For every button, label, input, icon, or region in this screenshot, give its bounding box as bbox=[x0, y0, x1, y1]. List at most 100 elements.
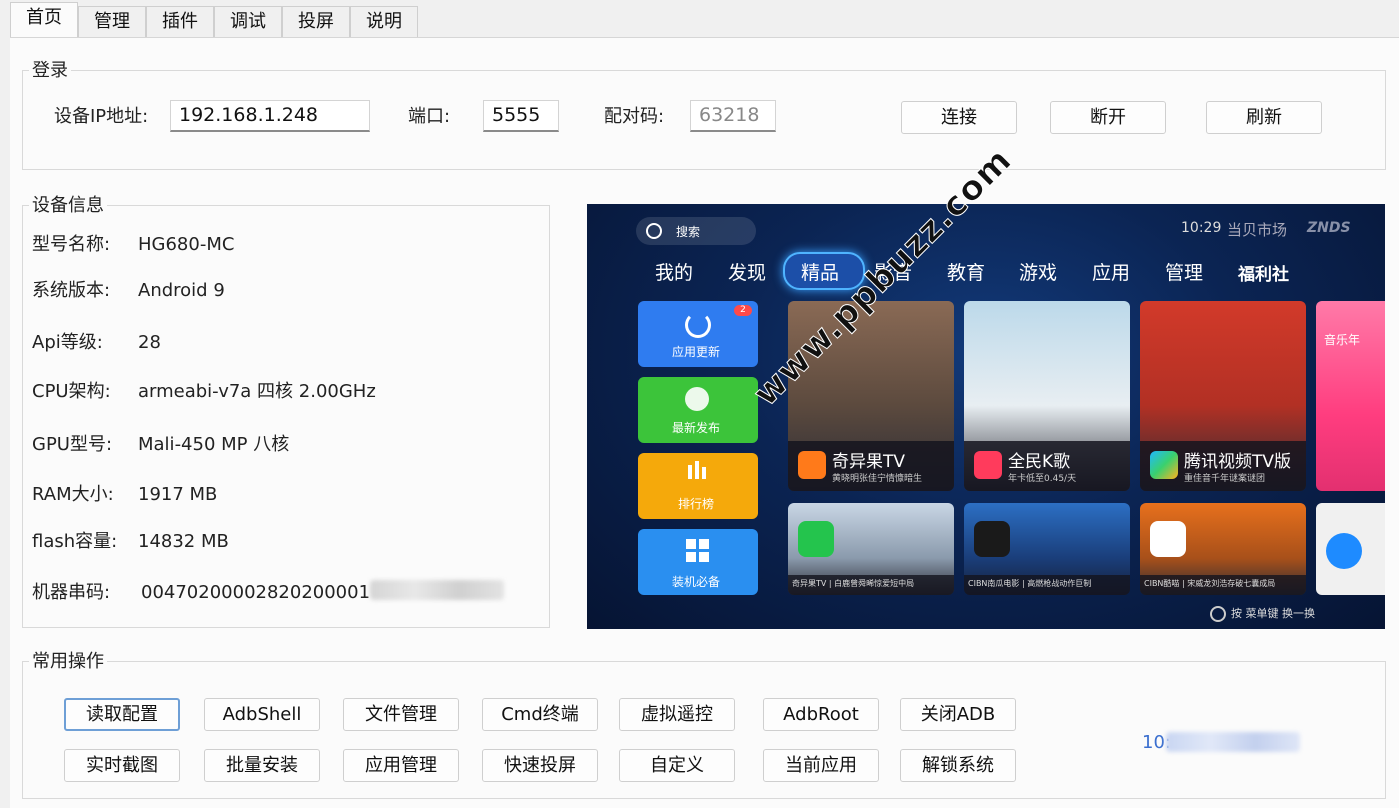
refresh-button[interactable]: 刷新 bbox=[1206, 101, 1322, 134]
tv-card-title: 全民K歌 bbox=[1008, 452, 1071, 472]
cibn-logo-icon bbox=[974, 521, 1010, 557]
tv-nav-education: 教育 bbox=[947, 262, 986, 284]
tv-search-label: 搜索 bbox=[676, 225, 701, 239]
adb-shell-button[interactable]: AdbShell bbox=[204, 698, 320, 731]
tv-card-caption: CIBN酷喵 | 宋威龙刘浩存破七囊成局 bbox=[1144, 579, 1276, 588]
current-app-button[interactable]: 当前应用 bbox=[763, 749, 879, 782]
grid-icon-cell bbox=[699, 539, 709, 549]
pair-code-input[interactable]: 63218 bbox=[690, 100, 776, 132]
grid-icon bbox=[686, 539, 696, 549]
app-logo-icon bbox=[1326, 533, 1362, 569]
ip-label: 设备IP地址: bbox=[54, 106, 149, 127]
tab-plugins[interactable]: 插件 bbox=[146, 6, 214, 38]
adb-root-button[interactable]: AdbRoot bbox=[763, 698, 879, 731]
tv-nav-games: 游戏 bbox=[1019, 262, 1058, 284]
cpu-value: armeabi-v7a 四核 2.00GHz bbox=[138, 381, 376, 402]
refresh-icon bbox=[685, 312, 711, 338]
model-value: HG680-MC bbox=[138, 234, 235, 255]
bar-chart-icon-bar bbox=[695, 461, 699, 479]
tv-tile-app-update: 应用更新 2 bbox=[638, 301, 758, 367]
tv-card-caption: CIBN南瓜电影 | 高燃枪战动作巨制 bbox=[968, 579, 1092, 588]
new-icon bbox=[685, 387, 709, 411]
tv-tile-ranking: 排行榜 bbox=[638, 453, 758, 519]
tv-card-title: 奇异果TV bbox=[832, 452, 906, 472]
close-adb-button[interactable]: 关闭ADB bbox=[900, 698, 1016, 731]
batch-install-button[interactable]: 批量安装 bbox=[204, 749, 320, 782]
grid-icon-cell bbox=[699, 552, 709, 562]
tv-card-bottom-4 bbox=[1316, 503, 1385, 595]
tv-card-tencent: 腾讯视频TV版 重佳音千年谜案谜团 bbox=[1140, 301, 1306, 491]
tv-search-box: 搜索 bbox=[636, 217, 756, 245]
app-manager-button[interactable]: 应用管理 bbox=[343, 749, 459, 782]
bar-chart-icon-bar bbox=[702, 467, 706, 479]
tab-debug[interactable]: 调试 bbox=[214, 6, 282, 38]
tv-card-music: 音乐年 bbox=[1316, 301, 1385, 491]
flash-label: flash容量: bbox=[32, 531, 118, 552]
iqiyi-logo-icon bbox=[798, 451, 826, 479]
tv-tile-label: 排行榜 bbox=[678, 497, 715, 511]
tv-tile-label: 最新发布 bbox=[672, 421, 721, 435]
grid-icon-cell bbox=[686, 552, 696, 562]
screen-mirror[interactable]: 搜索 10:29 当贝市场 ZNDS 我的 发现 精品 影音 教育 游戏 应用 … bbox=[587, 204, 1385, 629]
port-input[interactable]: 5555 bbox=[483, 100, 559, 132]
disconnect-button[interactable]: 断开 bbox=[1050, 101, 1166, 134]
api-level-label: Api等级: bbox=[32, 332, 103, 353]
gpu-label: GPU型号: bbox=[32, 434, 113, 455]
iqiyi-green-logo-icon bbox=[798, 521, 834, 557]
tv-card-sub: 重佳音千年谜案谜团 bbox=[1184, 474, 1266, 484]
live-screenshot-button[interactable]: 实时截图 bbox=[64, 749, 180, 782]
cpu-label: CPU架构: bbox=[32, 381, 111, 402]
login-group-title: 登录 bbox=[29, 60, 71, 82]
read-config-button[interactable]: 读取配置 bbox=[64, 698, 180, 731]
tv-card-sub: 年卡低至0.45/天 bbox=[1008, 474, 1077, 484]
port-label: 端口: bbox=[408, 106, 451, 127]
tv-nav-mine: 我的 bbox=[655, 262, 694, 284]
tv-card-sub: 黄晓明张佳宁情慷暗生 bbox=[832, 474, 923, 484]
status-redaction bbox=[1166, 732, 1300, 752]
file-manager-button[interactable]: 文件管理 bbox=[343, 698, 459, 731]
tv-nav-apps: 应用 bbox=[1092, 262, 1131, 284]
tv-tile-essentials: 装机必备 bbox=[638, 529, 758, 595]
tv-badge: 2 bbox=[734, 305, 752, 316]
tv-tile-new-release: 最新发布 bbox=[638, 377, 758, 443]
unlock-system-button[interactable]: 解锁系统 bbox=[900, 749, 1016, 782]
tv-tile-label: 装机必备 bbox=[672, 575, 721, 589]
pair-code-label: 配对码: bbox=[604, 106, 665, 127]
tab-manage[interactable]: 管理 bbox=[78, 6, 146, 38]
device-info-group bbox=[22, 205, 550, 628]
model-label: 型号名称: bbox=[32, 234, 111, 255]
tv-nav-featured: 精品 bbox=[801, 262, 840, 284]
quick-cast-button[interactable]: 快速投屏 bbox=[482, 749, 598, 782]
ram-value: 1917 MB bbox=[138, 484, 218, 505]
tv-nav-discover: 发现 bbox=[728, 262, 767, 284]
karaoke-logo-icon bbox=[974, 451, 1002, 479]
tv-brand: 当贝市场 bbox=[1227, 221, 1288, 239]
ip-input[interactable]: 192.168.1.248 bbox=[170, 100, 370, 132]
kumiao-logo-icon bbox=[1150, 521, 1186, 557]
tv-card-title: 腾讯视频TV版 bbox=[1184, 452, 1292, 472]
cmd-terminal-button[interactable]: Cmd终端 bbox=[482, 698, 598, 731]
tv-hint: 按 菜单键 换一换 bbox=[1231, 607, 1315, 620]
tab-bar: 首页 管理 插件 调试 投屏 说明 bbox=[0, 0, 1399, 39]
menu-key-icon bbox=[1210, 606, 1226, 622]
os-version-label: 系统版本: bbox=[32, 280, 111, 301]
bar-chart-icon bbox=[688, 465, 692, 479]
serial-value: 00470200002820200001 bbox=[141, 582, 371, 603]
tv-card-bottom-1: 奇异果TV | 白鹿曾舜晞惊爱短中局 bbox=[788, 503, 954, 595]
tab-cast[interactable]: 投屏 bbox=[282, 6, 350, 38]
ops-group-title: 常用操作 bbox=[29, 651, 107, 673]
tv-card-caption: 奇异果TV | 白鹿曾舜晞惊爱短中局 bbox=[792, 579, 915, 588]
ram-label: RAM大小: bbox=[32, 484, 114, 505]
serial-redaction bbox=[370, 580, 504, 600]
virtual-remote-button[interactable]: 虚拟遥控 bbox=[619, 698, 735, 731]
tab-help[interactable]: 说明 bbox=[350, 6, 418, 38]
tab-home[interactable]: 首页 bbox=[10, 2, 78, 39]
api-level-value: 28 bbox=[138, 332, 161, 353]
tv-brand-logo: ZNDS bbox=[1307, 220, 1351, 236]
connect-button[interactable]: 连接 bbox=[901, 101, 1017, 134]
tv-nav-welfare: 福利社 bbox=[1238, 265, 1289, 285]
tv-card-title: 音乐年 bbox=[1324, 333, 1361, 347]
custom-button[interactable]: 自定义 bbox=[619, 749, 735, 782]
device-info-title: 设备信息 bbox=[29, 195, 107, 217]
serial-label: 机器串码: bbox=[32, 582, 111, 603]
